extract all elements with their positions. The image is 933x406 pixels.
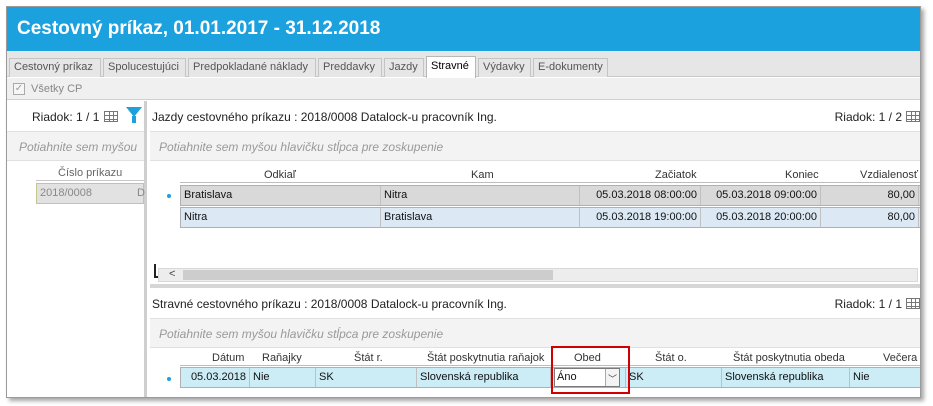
trip-distance: 80,00 <box>821 186 919 205</box>
trip-end: 05.03.2018 20:00:00 <box>701 208 821 227</box>
meals-group-hint: Potiahnite sem myšou hlavičku stĺpca pre… <box>159 327 444 341</box>
orders-group-area[interactable]: Potiahnite sem myšou <box>7 131 144 161</box>
scrollbar-thumb[interactable] <box>183 270 553 280</box>
orders-column-label: Číslo príkazu <box>58 167 123 179</box>
trip-start: 05.03.2018 08:00:00 <box>580 186 701 205</box>
tab-strip: Cestovný príkaz Spolucestujúci Predpokla… <box>7 51 920 78</box>
trips-panel: Jazdy cestovného príkazu : 2018/0008 Dat… <box>150 101 920 284</box>
trip-row[interactable]: Nitra Bratislava 05.03.2018 19:00:00 05.… <box>180 207 920 228</box>
trip-from: Bratislava <box>181 186 381 205</box>
filter-icon[interactable] <box>126 107 142 123</box>
trip-extra: S <box>919 208 920 227</box>
current-row-indicator <box>167 194 171 198</box>
trips-grid-settings-icon[interactable] <box>906 111 920 122</box>
trip-extra: S <box>919 186 920 205</box>
orders-column-header[interactable]: Číslo príkazu <box>36 165 144 181</box>
filter-bar: ✓ Všetky CP <box>7 78 920 100</box>
col-kam[interactable]: Kam <box>471 169 494 181</box>
grid-settings-icon[interactable] <box>104 111 118 122</box>
col-vzdialenost[interactable]: Vzdialenosť <box>860 169 918 181</box>
window-title: Cestovný príkaz, 01.01.2017 - 31.12.2018 <box>7 7 920 51</box>
meals-group-area[interactable]: Potiahnite sem myšou hlavičku stĺpca pre… <box>150 318 920 348</box>
trip-row[interactable]: Bratislava Nitra 05.03.2018 08:00:00 05.… <box>180 185 920 206</box>
meals-title: Stravné cestovného príkazu : 2018/0008 D… <box>152 297 507 311</box>
trips-group-area[interactable]: Potiahnite sem myšou hlavičku stĺpca pre… <box>150 131 920 161</box>
trips-horizontal-scrollbar[interactable]: < <box>158 268 918 282</box>
trips-group-hint: Potiahnite sem myšou hlavičku stĺpca pre… <box>159 140 444 154</box>
trip-to: Bratislava <box>381 208 580 227</box>
tab-predpokladane-naklady[interactable]: Predpokladané náklady <box>188 58 316 77</box>
tab-stravne[interactable]: Stravné <box>426 56 476 78</box>
tab-vydavky[interactable]: Výdavky <box>478 58 531 77</box>
tab-spolucestujuci[interactable]: Spolucestujúci <box>103 58 186 77</box>
tab-jazdy[interactable]: Jazdy <box>384 58 424 77</box>
col-stat-poskytnutia-obeda[interactable]: Štát poskytnutia obeda <box>733 352 845 364</box>
main-window: Cestovný príkaz, 01.01.2017 - 31.12.2018… <box>6 6 921 398</box>
trips-header: Odkiaľ Kam Začiatok Koniec Vzdialenosť <box>180 167 920 183</box>
trip-to: Nitra <box>381 186 580 205</box>
meal-dinner: Nie <box>853 371 870 383</box>
order-next-cell: D <box>137 187 145 199</box>
current-row-indicator <box>167 377 171 381</box>
trip-end: 05.03.2018 09:00:00 <box>701 186 821 205</box>
col-ranajky[interactable]: Raňajky <box>262 352 302 364</box>
orders-group-hint: Potiahnite sem myšou <box>19 140 138 154</box>
meals-row-counter: Riadok: 1 / 1 <box>834 297 902 311</box>
col-odkial[interactable]: Odkiaľ <box>264 169 296 181</box>
orders-row[interactable]: 2018/0008 D <box>36 183 145 204</box>
col-zaciatok[interactable]: Začiatok <box>655 169 697 181</box>
meal-state-breakfast-full: Slovenská republika <box>417 368 551 387</box>
meal-state-lunch: SK <box>626 368 722 387</box>
meal-date: 05.03.2018 <box>181 368 250 387</box>
meal-breakfast: Nie <box>250 368 316 387</box>
meal-state-breakfast: SK <box>316 368 417 387</box>
meals-grid-settings-icon[interactable] <box>906 298 920 309</box>
col-stat-r[interactable]: Štát r. <box>354 352 383 364</box>
trips-row-counter: Riadok: 1 / 2 <box>834 110 902 124</box>
all-cp-label: Všetky CP <box>31 83 83 95</box>
orders-panel: Riadok: 1 / 1 Potiahnite sem myšou Číslo… <box>7 101 147 397</box>
col-datum[interactable]: Dátum <box>212 352 244 364</box>
meals-panel: Stravné cestovného príkazu : 2018/0008 D… <box>150 288 920 397</box>
trips-title: Jazdy cestovného príkazu : 2018/0008 Dat… <box>152 110 497 124</box>
col-vecera[interactable]: Večera <box>883 352 917 364</box>
order-number: 2018/0008 <box>40 187 92 199</box>
orders-row-counter: Riadok: 1 / 1 <box>32 110 100 124</box>
tab-preddavky[interactable]: Preddavky <box>318 58 382 77</box>
col-koniec[interactable]: Koniec <box>785 169 819 181</box>
col-stat-o[interactable]: Štát o. <box>655 352 687 364</box>
obed-highlight-box <box>551 346 630 394</box>
meal-state-lunch-full: Slovenská republika <box>722 368 850 387</box>
trip-distance: 80,00 <box>821 208 919 227</box>
tab-e-dokumenty[interactable]: E-dokumenty <box>533 58 608 77</box>
trip-from: Nitra <box>181 208 381 227</box>
col-stat-poskytnutia-ranajok[interactable]: Štát poskytnutia raňajok <box>427 352 544 364</box>
trip-start: 05.03.2018 19:00:00 <box>580 208 701 227</box>
tab-cestovny-prikaz[interactable]: Cestovný príkaz <box>9 58 101 77</box>
scroll-left-icon[interactable]: < <box>169 268 175 280</box>
all-cp-checkbox[interactable]: ✓ <box>13 83 25 95</box>
